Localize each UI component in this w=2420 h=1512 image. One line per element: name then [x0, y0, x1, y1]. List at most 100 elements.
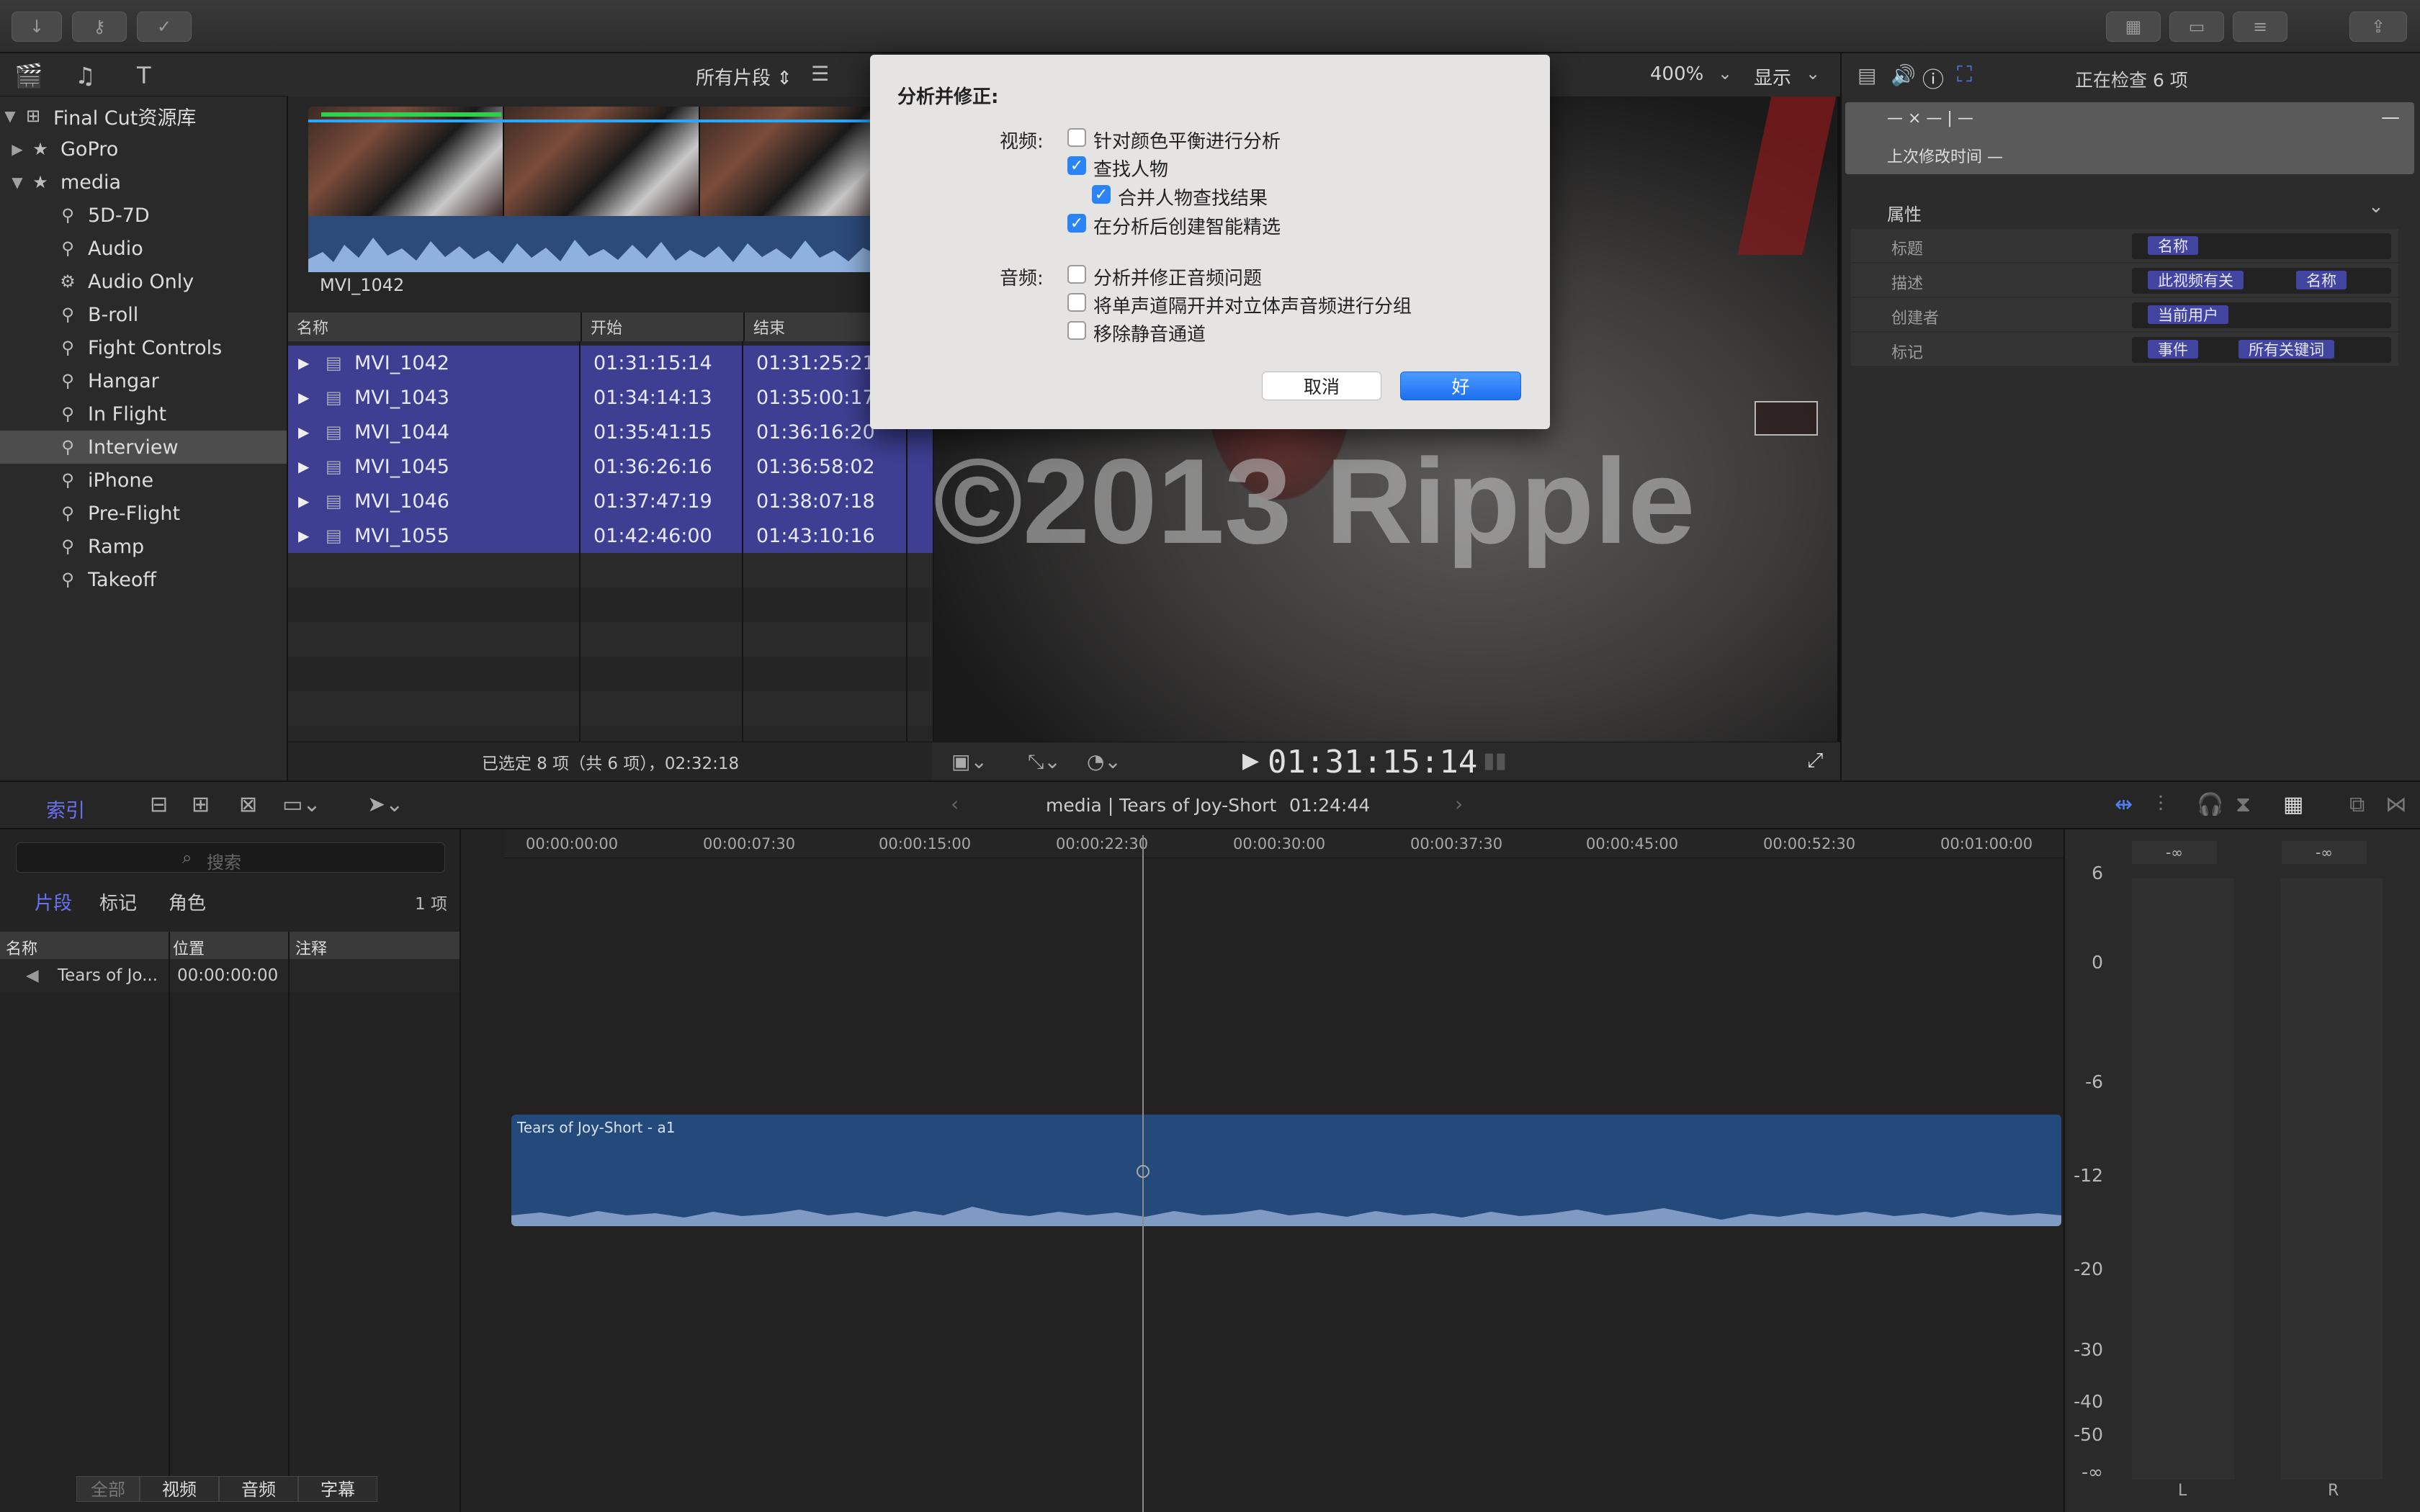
keyword-collection[interactable]: ⚲ Ramp	[0, 530, 287, 563]
info-icon[interactable]: ⓘ	[1922, 62, 1944, 94]
token[interactable]: 此视频有关	[2148, 271, 2244, 289]
library-root[interactable]: ▼ ⊞ Final Cut资源库	[0, 99, 287, 132]
checkbox-remove-silent[interactable]	[1067, 321, 1086, 340]
timeline-toggle-icon[interactable]: ▭	[2169, 12, 2224, 42]
clip-row[interactable]: ▶ ▤ MVI_1046 01:37:47:19 01:38:07:18	[288, 484, 933, 518]
token[interactable]: 名称	[2148, 236, 2198, 255]
solo-icon[interactable]: 🎧	[2197, 792, 2223, 817]
overwrite-clip-icon[interactable]: ▭⌄	[282, 792, 321, 817]
play-icon[interactable]: ▶	[1242, 748, 1259, 773]
index-row[interactable]: ◀ Tears of Jo... 00:00:00:00	[0, 959, 460, 992]
disclosure-open-icon[interactable]: ▼	[7, 174, 27, 191]
tab-tags[interactable]: 标记	[99, 888, 137, 915]
skimming-icon[interactable]: ⇹	[2115, 792, 2133, 817]
playhead-marker[interactable]	[1137, 1165, 1150, 1178]
checkbox-separate-mono[interactable]	[1067, 293, 1086, 312]
tab-clips[interactable]: 片段	[35, 888, 72, 915]
keyword-collection[interactable]: ⚲ iPhone	[0, 464, 287, 497]
window-icon[interactable]: ⧉	[2349, 792, 2365, 817]
zoom-menu[interactable]: 400%	[1650, 63, 1703, 85]
photos-audio-icon[interactable]: ♫	[75, 62, 96, 89]
column-name[interactable]: 名称	[288, 312, 581, 341]
back-arrow-icon[interactable]: ‹	[951, 792, 959, 816]
audio-skimming-icon[interactable]: ⫶	[2158, 792, 2164, 817]
append-clip-icon[interactable]: ⊠	[239, 792, 257, 817]
filter-audio[interactable]: 音频	[219, 1476, 298, 1502]
insert-clip-icon[interactable]: ⊞	[192, 792, 210, 817]
inspector-toggle-icon[interactable]: ≡	[2233, 12, 2287, 42]
timecode-display[interactable]: 01:31:15:14	[1268, 744, 1477, 780]
import-icon[interactable]: ↓	[12, 12, 62, 42]
keyword-collection[interactable]: ⚲ Fight Controls	[0, 331, 287, 364]
column-position[interactable]: 位置	[173, 936, 205, 959]
keyword-collection[interactable]: ⚲ Audio	[0, 232, 287, 265]
token[interactable]: 名称	[2296, 271, 2347, 289]
token[interactable]: 事件	[2148, 340, 2198, 359]
disclosure-open-icon[interactable]: ▼	[0, 107, 20, 125]
keyword-collection[interactable]: ⚲ Hangar	[0, 364, 287, 397]
clip-row[interactable]: ▶ ▤ MVI_1044 01:35:41:15 01:36:16:20	[288, 415, 933, 449]
checkbox-smart-collections[interactable]: ✓	[1067, 214, 1086, 233]
timeline-ruler[interactable]: 00:00:00:00 00:00:07:30 00:00:15:00 00:0…	[504, 829, 2063, 858]
search-input[interactable]: ⌕ 搜索	[16, 842, 445, 873]
checkbox-consolidate-people[interactable]: ✓	[1092, 185, 1111, 204]
chevron-down-icon[interactable]: ⌄	[2368, 196, 2384, 217]
event-media[interactable]: ▼ ★ media	[0, 166, 287, 199]
forward-arrow-icon[interactable]: ›	[1455, 792, 1463, 816]
titles-generators-icon[interactable]: T	[137, 62, 151, 89]
disclosure-closed-icon[interactable]: ▶	[298, 380, 309, 415]
video-inspector-icon[interactable]: ▤	[1857, 63, 1876, 87]
disclosure-closed-icon[interactable]: ▶	[298, 484, 309, 518]
view-menu[interactable]: 显示	[1754, 63, 1791, 90]
clip-filter-menu[interactable]: 所有片段 ⇕	[696, 63, 792, 90]
chevron-down-icon[interactable]: ⌄	[1806, 63, 1820, 84]
column-notes[interactable]: 注释	[295, 936, 327, 959]
retime-icon[interactable]: ◔⌄	[1087, 750, 1121, 773]
audio-clip[interactable]: Tears of Joy-Short - a1	[511, 1115, 2061, 1226]
column-start[interactable]: 开始	[581, 312, 743, 341]
snapping-icon[interactable]: ⧗	[2236, 792, 2251, 817]
connect-clip-icon[interactable]: ⊟	[150, 792, 168, 817]
keyword-collection[interactable]: ⚲ B-roll	[0, 298, 287, 331]
checkbox-find-people[interactable]: ✓	[1067, 156, 1086, 175]
keyword-collection-selected[interactable]: ⚲ Interview	[0, 431, 287, 464]
filter-all[interactable]: 全部	[76, 1476, 140, 1502]
index-button[interactable]: 索引	[46, 795, 85, 823]
clip-row[interactable]: ▶ ▤ MVI_1042 01:31:15:14 01:31:25:21	[288, 346, 933, 380]
collapse-icon[interactable]: —	[2381, 107, 2400, 128]
clip-appearance-icon[interactable]: ☰	[811, 62, 829, 86]
checkbox-color-balance[interactable]	[1067, 128, 1086, 147]
keyword-collection[interactable]: ⚲ In Flight	[0, 397, 287, 431]
libraries-icon[interactable]: 🎬	[14, 62, 43, 89]
background-tasks-icon[interactable]: ✓	[137, 12, 192, 42]
cancel-button[interactable]: 取消	[1262, 372, 1381, 400]
disclosure-closed-icon[interactable]: ▶	[298, 518, 309, 553]
event-gopro[interactable]: ▶ ★ GoPro	[0, 132, 287, 166]
keyword-collection[interactable]: ⚲ Pre-Flight	[0, 497, 287, 530]
disclosure-closed-icon[interactable]: ▶	[298, 346, 309, 380]
filter-video[interactable]: 视频	[140, 1476, 219, 1502]
column-name[interactable]: 名称	[6, 936, 37, 959]
token[interactable]: 当前用户	[2148, 305, 2228, 324]
audio-inspector-icon[interactable]: 🔊	[1891, 63, 1916, 87]
chevron-down-icon[interactable]: ⌄	[1718, 63, 1732, 84]
keyword-collection[interactable]: ⚲ Takeoff	[0, 563, 287, 596]
view-options-icon[interactable]: ▣⌄	[951, 750, 987, 773]
browser-toggle-icon[interactable]: ▦	[2106, 12, 2161, 42]
clip-row[interactable]: ▶ ▤ MVI_1055 01:42:46:00 01:43:10:16	[288, 518, 933, 553]
share-inspector-icon[interactable]: ⛶	[1957, 62, 1972, 87]
select-tool-icon[interactable]: ➤⌄	[367, 792, 403, 817]
disclosure-closed-icon[interactable]: ▶	[298, 415, 309, 449]
fullscreen-icon[interactable]: ⤢	[1807, 748, 1823, 773]
tab-roles[interactable]: 角色	[169, 888, 206, 915]
clip-appearance-icon[interactable]: ▦	[2283, 792, 2303, 817]
checkbox-audio-problems[interactable]	[1067, 265, 1086, 284]
smart-collection[interactable]: ⚙ Audio Only	[0, 265, 287, 298]
token[interactable]: 所有关键词	[2238, 340, 2334, 359]
keyword-collection[interactable]: ⚲ 5D-7D	[0, 199, 287, 232]
keywords-icon[interactable]: ⚷	[72, 12, 127, 42]
effects-icon[interactable]: ⋈	[2385, 792, 2407, 817]
ok-button[interactable]: 好	[1400, 372, 1521, 400]
transform-icon[interactable]: ⤡⌄	[1028, 750, 1061, 774]
disclosure-closed-icon[interactable]: ▶	[7, 140, 27, 158]
